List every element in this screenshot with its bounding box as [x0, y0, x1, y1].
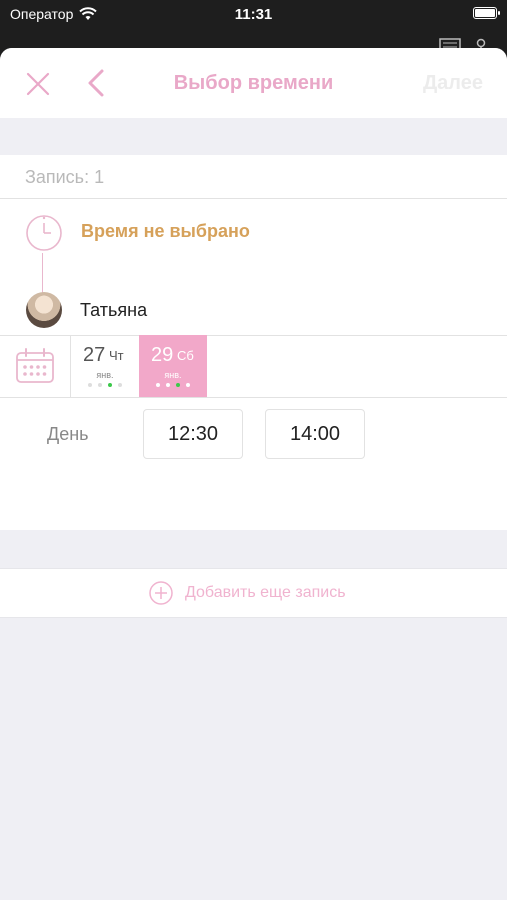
day-29-selected[interactable]: 29 Сб янв. — [139, 335, 207, 397]
battery-icon — [473, 7, 500, 19]
dot — [186, 383, 190, 387]
add-record-button[interactable]: Добавить еще запись — [0, 568, 507, 618]
master-name: Татьяна — [80, 300, 148, 320]
day-weekday: Чт — [109, 348, 124, 363]
dot-available — [108, 383, 112, 387]
clock-icon — [26, 215, 62, 251]
day-month: янв. — [96, 370, 114, 380]
add-record-label: Добавить еще запись — [185, 584, 346, 601]
period-label: День — [47, 424, 89, 444]
dot-available — [176, 383, 180, 387]
status-bar: Оператор 11:31 — [0, 0, 507, 30]
nav-bar: Выбор времени Далее — [0, 48, 507, 118]
time-slot-button[interactable]: 12:30 — [143, 409, 243, 459]
day-number: 27 — [83, 344, 106, 366]
status-time: 11:31 — [234, 6, 273, 23]
next-button[interactable]: Далее — [423, 72, 483, 95]
date-picker-row: 27 Чт янв. 29 Сб янв. — [0, 335, 507, 397]
divider — [0, 198, 507, 199]
dot — [166, 383, 170, 387]
availability-dots — [139, 383, 207, 387]
dot — [118, 383, 122, 387]
booking-card: Запись: 1 Время не выбрано Татьяна 27 Чт… — [0, 155, 507, 530]
divider — [0, 397, 507, 398]
availability-dots — [71, 383, 139, 387]
day-number: 29 — [151, 344, 174, 366]
timeline-line — [42, 253, 43, 293]
booking-sheet: Выбор времени Далее Запись: 1 Время не в… — [0, 48, 507, 900]
day-weekday: Сб — [177, 348, 194, 363]
day-27[interactable]: 27 Чт янв. — [71, 335, 139, 397]
record-label: Запись: 1 — [25, 167, 105, 187]
time-status: Время не выбрано — [81, 221, 250, 241]
day-month: янв. — [164, 370, 182, 380]
dot — [98, 383, 102, 387]
time-slot-button[interactable]: 14:00 — [265, 409, 365, 459]
calendar-icon[interactable] — [15, 348, 55, 384]
avatar — [26, 292, 62, 328]
dot — [88, 383, 92, 387]
dot — [156, 383, 160, 387]
plus-circle-icon — [149, 581, 173, 605]
